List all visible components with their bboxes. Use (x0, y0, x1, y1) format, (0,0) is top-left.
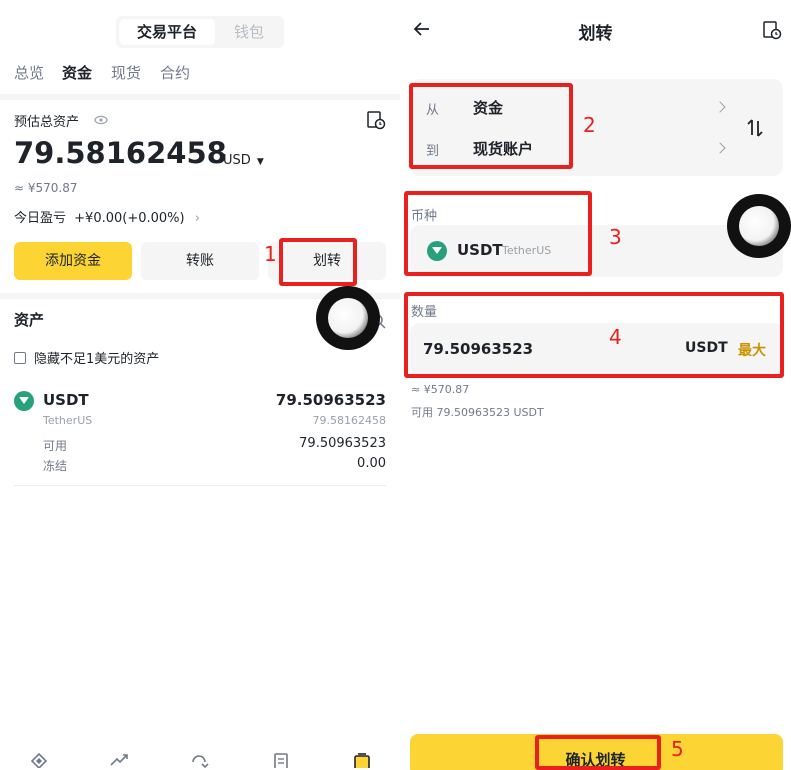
annotation-box-1 (279, 238, 357, 286)
annotation-number-4: 4 (609, 325, 622, 349)
tab-spot[interactable]: 现货 (111, 62, 141, 83)
add-funds-button[interactable]: 添加资金 (14, 242, 132, 280)
estimated-total-label: 预估总资产 (14, 115, 80, 130)
tab-futures[interactable]: 合约 (160, 62, 190, 83)
currency-selector[interactable]: USD ▼ (223, 153, 264, 168)
annotation-box-3 (404, 191, 592, 276)
annotation-number-5: 5 (671, 737, 684, 761)
asset-sub-amount: 79.58162458 (312, 414, 386, 427)
frozen-value: 0.00 (357, 456, 386, 471)
usdt-coin-icon (14, 391, 34, 411)
touch-indicator (727, 194, 791, 258)
touch-indicator (316, 286, 380, 350)
home-icon[interactable] (29, 752, 49, 770)
trade-icon[interactable] (189, 752, 209, 769)
amount-fiat-approx: ≈ ¥570.87 (411, 383, 470, 396)
history-record-icon[interactable] (366, 110, 386, 130)
tab-wallet[interactable]: 钱包 (218, 19, 280, 45)
hide-small-assets-label: 隐藏不足1美元的资产 (34, 352, 160, 367)
asset-name: TetherUS (43, 414, 93, 427)
assets-title: 资产 (14, 311, 45, 329)
divider (0, 94, 400, 100)
pnl-value: +¥0.00(+0.00%) (74, 211, 185, 226)
caret-down-icon: ▼ (256, 157, 264, 167)
total-balance: 79.58162458 (14, 136, 227, 170)
annotation-number-1: 1 (264, 242, 277, 266)
eye-icon[interactable] (94, 112, 108, 126)
chevron-right-icon: › (194, 211, 200, 226)
history-record-icon[interactable] (762, 20, 782, 40)
transfer-send-button[interactable]: 转账 (141, 242, 259, 280)
assets-screen: 交易平台 钱包 总览 资金 现货 合约 预估总资产 79.58162458 US… (0, 0, 400, 770)
frozen-label: 冻结 (43, 459, 68, 473)
page-title: 划转 (578, 24, 613, 44)
tab-trading-platform[interactable]: 交易平台 (119, 19, 215, 45)
tab-funding[interactable]: 资金 (62, 62, 92, 83)
pnl-row[interactable]: 今日盈亏 +¥0.00(+0.00%) › (14, 207, 200, 226)
swap-direction-icon[interactable] (745, 118, 765, 138)
tab-overview[interactable]: 总览 (14, 62, 44, 83)
transfer-screen: 划转 从 资金 到 现货账户 2 币种 USDT TetherUS 3 数量 7… (400, 0, 791, 770)
divider (14, 485, 386, 486)
available-balance: 可用 79.50963523 USDT (411, 406, 544, 419)
annotation-box-2 (409, 83, 573, 169)
markets-icon[interactable] (109, 752, 129, 768)
checkbox-icon[interactable] (14, 351, 26, 364)
pnl-label: 今日盈亏 (14, 211, 67, 226)
asset-symbol: USDT (43, 391, 89, 409)
fiat-approx: ≈ ¥570.87 (14, 181, 78, 195)
annotation-box-4 (404, 292, 784, 378)
orders-icon[interactable] (271, 752, 291, 770)
available-label: 可用 (43, 439, 68, 453)
currency-label: USD (223, 153, 251, 168)
platform-wallet-switch: 交易平台 钱包 (116, 16, 284, 48)
available-value: 79.50963523 (299, 436, 386, 451)
hide-small-assets-toggle[interactable]: 隐藏不足1美元的资产 (14, 348, 159, 367)
asset-amount: 79.50963523 (275, 391, 386, 409)
annotation-number-3: 3 (609, 225, 622, 249)
annotation-number-2: 2 (583, 113, 596, 137)
wallet-icon[interactable] (352, 752, 372, 770)
annotation-box-5 (535, 735, 661, 770)
